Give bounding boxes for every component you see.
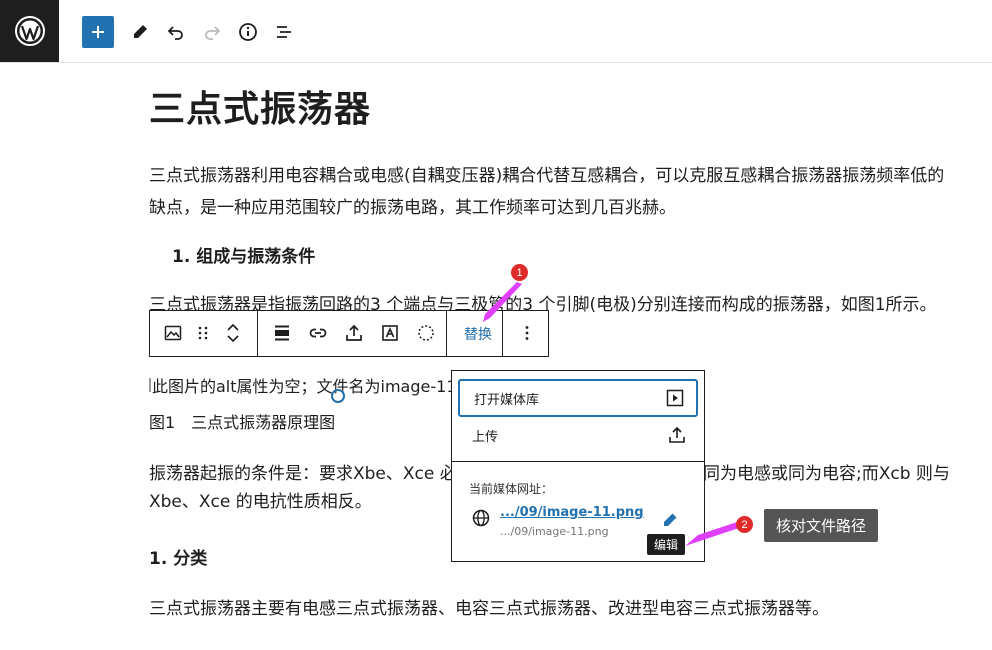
wordpress-icon xyxy=(14,16,45,46)
plus-icon xyxy=(92,26,104,38)
tools-button[interactable] xyxy=(124,16,156,48)
redo-button[interactable] xyxy=(196,16,228,48)
toolbar-group-tools xyxy=(257,311,447,356)
upload-icon xyxy=(346,324,362,341)
annotation-marker-1: 1 xyxy=(511,264,528,281)
wordpress-logo[interactable] xyxy=(0,0,59,62)
redo-icon xyxy=(205,26,221,40)
text-overlay-icon xyxy=(382,325,398,341)
paragraph-line: 同为电感或同为电容;而Xcb 则与 xyxy=(703,464,950,484)
replace-button[interactable]: 替换 xyxy=(454,311,502,356)
crop-button[interactable] xyxy=(411,318,441,348)
image-caption[interactable]: 图1 三点式振荡器原理图 xyxy=(149,409,335,433)
media-file-path: .../09/image-11.png xyxy=(500,525,609,538)
heading-classification[interactable]: 1. 分类 xyxy=(149,544,207,569)
popover-divider xyxy=(452,461,704,462)
align-icon xyxy=(275,325,289,341)
edit-tooltip: 编辑 xyxy=(647,534,685,555)
editor-canvas: 三点式振荡器 三点式振荡器利用电容耦合或电感(自耦变压器)耦合代替互感耦合，可以… xyxy=(0,62,992,650)
drag-handle[interactable] xyxy=(188,318,218,348)
pencil-icon xyxy=(134,25,147,38)
annotation-marker-2: 2 xyxy=(736,516,753,533)
more-vertical-icon xyxy=(525,326,529,340)
image-alt-text: 此图片的alt属性为空；文件名为image-11.png xyxy=(152,377,451,396)
undo-icon xyxy=(167,26,183,40)
annotation-note-check-path: 核对文件路径 xyxy=(764,509,878,542)
pencil-icon xyxy=(664,513,677,526)
align-button[interactable] xyxy=(267,318,297,348)
upload-label: 上传 xyxy=(472,429,499,445)
broken-image[interactable]: 此图片的alt属性为空；文件名为image-11.png xyxy=(149,373,451,397)
current-media-url-label: 当前媒体网址： xyxy=(469,482,554,496)
list-view-button[interactable] xyxy=(268,16,300,48)
text-overlay-button[interactable] xyxy=(375,318,405,348)
globe-icon xyxy=(472,509,490,527)
dashed-circle-icon xyxy=(418,325,434,341)
open-media-library-button[interactable]: 打开媒体库 xyxy=(458,379,698,417)
link-button[interactable] xyxy=(303,318,333,348)
more-options-button[interactable] xyxy=(512,318,542,348)
upload-icon xyxy=(669,426,685,443)
move-buttons[interactable] xyxy=(218,318,248,348)
upload-menu-item[interactable]: 上传 xyxy=(458,416,698,454)
list-heading-composition[interactable]: 1. 组成与振荡条件 xyxy=(172,242,315,267)
toolbar-separator xyxy=(502,311,503,356)
paragraph-types[interactable]: 三点式振荡器主要有电感三点式振荡器、电容三点式振荡器、改进型电容三点式振荡器等。 xyxy=(149,593,829,625)
paragraph-line: 三点式振荡器利用电容耦合或电感(自耦变压器)耦合代替互感耦合，可以克服互感耦合振… xyxy=(149,166,945,186)
paragraph-line: 缺点，是一种应用范围较广的振荡电路，其工作频率可达到几百兆赫。 xyxy=(149,198,676,218)
details-button[interactable] xyxy=(232,16,264,48)
broken-image-icon xyxy=(149,378,151,392)
loading-spinner-icon xyxy=(331,389,345,403)
chevron-up-icon[interactable] xyxy=(225,322,241,332)
info-icon xyxy=(239,23,257,41)
post-title[interactable]: 三点式振荡器 xyxy=(149,80,371,132)
media-file-link[interactable]: .../09/image-11.png xyxy=(500,505,644,520)
paragraph-intro[interactable]: 三点式振荡器利用电容耦合或电感(自耦变压器)耦合代替互感耦合，可以克服互感耦合振… xyxy=(149,160,944,224)
toolbar-group-block xyxy=(150,311,258,356)
image-icon xyxy=(164,325,182,341)
paragraph-line: Xbe、Xce 的电抗性质相反。 xyxy=(149,492,372,512)
editor-top-toolbar xyxy=(0,0,992,63)
undo-button[interactable] xyxy=(160,16,192,48)
open-media-library-label: 打开媒体库 xyxy=(474,392,540,408)
list-view-icon xyxy=(277,26,291,38)
link-icon xyxy=(309,328,327,338)
add-block-button[interactable] xyxy=(82,16,114,48)
media-library-icon xyxy=(666,389,684,407)
block-type-button[interactable] xyxy=(158,318,188,348)
drag-handle-icon xyxy=(198,326,208,340)
block-toolbar: 替换 xyxy=(149,310,549,357)
chevron-down-icon[interactable] xyxy=(225,334,241,344)
upload-button[interactable] xyxy=(339,318,369,348)
edit-url-button[interactable] xyxy=(659,509,681,531)
